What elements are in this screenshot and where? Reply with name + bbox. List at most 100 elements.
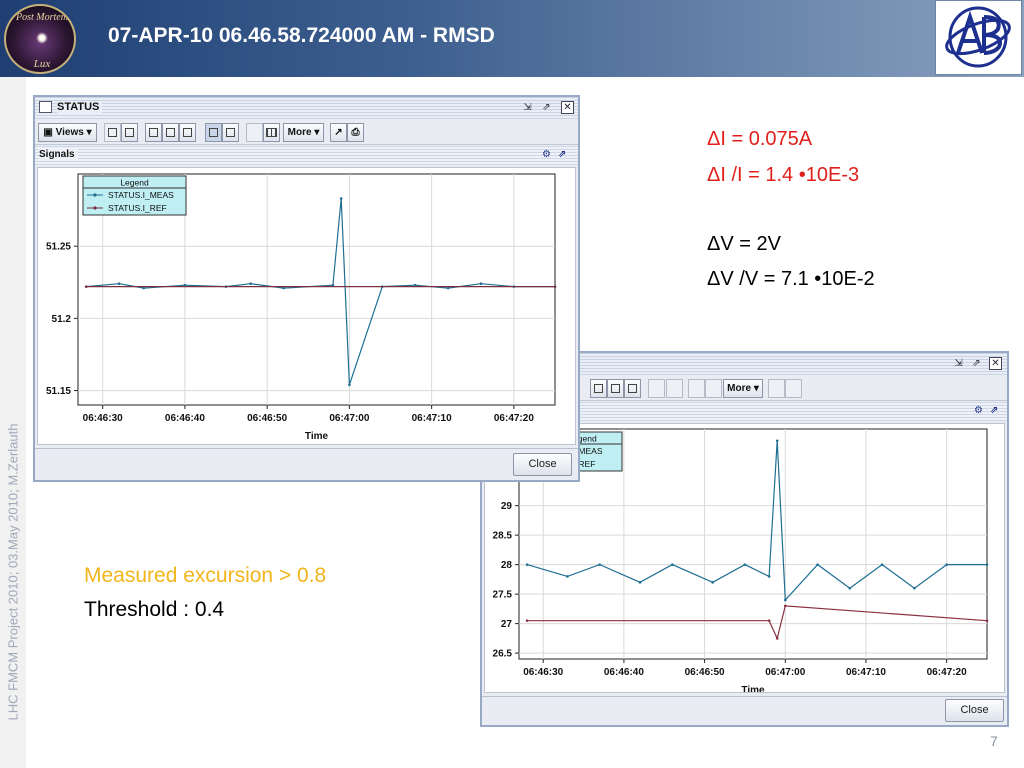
delta-i-ratio-text: ΔI /I = 1.4 •10E-3: [707, 164, 860, 186]
footer-separator: [35, 448, 578, 449]
x-tick-label: 06:47:20: [494, 413, 534, 424]
edit-button[interactable]: [648, 379, 665, 398]
maximize-icon[interactable]: ⇗: [970, 357, 983, 370]
table-button[interactable]: [688, 379, 705, 398]
x-tick-label: 06:46:30: [83, 413, 123, 424]
footer-separator: [482, 696, 1007, 697]
section-bar: Signals ⚙ ⇗: [35, 146, 578, 165]
views-label: Views: [55, 127, 84, 138]
grid-button[interactable]: [705, 379, 722, 398]
logo-text-bottom: Lux: [33, 58, 51, 70]
ab-department-logo: [935, 0, 1022, 75]
series-point-1: [339, 197, 343, 200]
close-icon[interactable]: ✕: [561, 101, 574, 114]
series-point-1: [743, 563, 747, 566]
series-point-1: [598, 563, 601, 566]
legend-title: Legend: [120, 178, 149, 188]
layout-single-button[interactable]: [145, 123, 162, 142]
plot-area[interactable]: 06:46:30 06:46:40 06:46:50 06:47:00 06:47:10…: [37, 167, 576, 445]
x-tick-label: 06:47:20: [927, 667, 967, 678]
series-point-1: [783, 598, 787, 602]
series-point-1: [848, 586, 852, 590]
window-title: STATUS: [57, 101, 103, 113]
series-point-2: [767, 619, 771, 622]
series-point-1: [816, 563, 819, 566]
layout-list-button[interactable]: [607, 379, 624, 398]
section-title: Signals: [39, 149, 78, 160]
window-icon: [39, 101, 52, 113]
series-point-2: [985, 619, 989, 622]
table-button[interactable]: [246, 123, 263, 142]
chart-button[interactable]: [666, 379, 683, 398]
status-chart[interactable]: 06:46:30 06:46:40 06:46:50 06:47:00 06:47:10…: [38, 168, 575, 444]
series-point-1: [913, 586, 916, 590]
series-point-1: [249, 282, 253, 286]
series-point-2: [84, 285, 88, 288]
detach-icon[interactable]: ⇗: [558, 149, 569, 160]
status-window[interactable]: STATUS ⇲ ⇗ ✕ ▣ Views ▾ More ▾ ↗ ⎙ Signal…: [33, 95, 580, 482]
legend-marker: [93, 193, 97, 197]
config-icon[interactable]: ⚙: [542, 149, 553, 160]
y-tick-label: 51.25: [46, 242, 71, 253]
more-button[interactable]: More ▾: [723, 379, 763, 398]
excursion-text: Measured excursion > 0.8: [84, 564, 327, 587]
grid-button[interactable]: [263, 123, 280, 142]
layout-grid-button[interactable]: [624, 379, 641, 398]
slide-header: Post Mortem Lux 07-APR-10 06.46.58.72400…: [0, 0, 1024, 77]
layout-grid-button[interactable]: [179, 123, 196, 142]
close-button[interactable]: Close: [945, 699, 1004, 722]
delta-v-ratio-text: ΔV /V = 7.1 •10E-2: [707, 268, 875, 290]
chart-button[interactable]: [222, 123, 239, 142]
y-tick-label: 28: [501, 560, 513, 571]
window-titlebar[interactable]: STATUS ⇲ ⇗ ✕: [35, 97, 578, 119]
series-point-2: [783, 604, 787, 608]
print-button[interactable]: [785, 379, 802, 398]
delta-v-text: ΔV = 2V: [707, 233, 781, 255]
print-button[interactable]: ⎙: [347, 123, 364, 142]
logo-star-icon: [36, 32, 48, 44]
series-point-1: [525, 563, 529, 566]
minimize-icon[interactable]: ⇲: [952, 357, 965, 370]
series-point-1: [880, 563, 884, 566]
legend-entry: STATUS.I_REF: [108, 203, 167, 213]
detach-icon[interactable]: ⇗: [990, 405, 1001, 416]
export-button[interactable]: [768, 379, 785, 398]
series-point-2: [553, 285, 557, 288]
x-tick-label: 06:47:10: [846, 667, 886, 678]
series-point-1: [711, 581, 714, 584]
series-point-1: [671, 563, 674, 566]
cascade-button[interactable]: [121, 123, 138, 142]
side-footer-text: LHC FMCM Project 2010; 03.May 2010; M.Ze…: [5, 423, 21, 721]
tile-button[interactable]: [104, 123, 121, 142]
delta-i-text: ΔI = 0.075A: [707, 128, 813, 150]
series-point-2: [525, 619, 529, 622]
config-icon[interactable]: ⚙: [974, 405, 985, 416]
legend-entry: STATUS.I_MEAS: [108, 190, 174, 200]
series-point-1: [117, 282, 121, 286]
x-tick-label: 06:47:00: [765, 667, 805, 678]
minimize-icon[interactable]: ⇲: [521, 101, 534, 114]
y-tick-label: 28.5: [493, 531, 513, 542]
layout-single-button[interactable]: [590, 379, 607, 398]
export-button[interactable]: ↗: [330, 123, 347, 142]
series-point-1: [767, 575, 771, 578]
x-tick-label: 06:46:50: [247, 413, 287, 424]
more-label: More: [727, 383, 752, 394]
edit-button[interactable]: [205, 123, 222, 142]
x-axis-label: Time: [741, 685, 765, 692]
maximize-icon[interactable]: ⇗: [540, 101, 553, 114]
post-mortem-logo: Post Mortem Lux: [4, 4, 76, 74]
close-button[interactable]: Close: [513, 453, 572, 476]
close-icon[interactable]: ✕: [989, 357, 1002, 370]
series-point-1: [638, 581, 642, 584]
more-button[interactable]: More ▾: [283, 123, 324, 142]
y-tick-label: 51.2: [52, 314, 72, 325]
views-button[interactable]: ▣ Views ▾: [38, 123, 97, 142]
series-point-2: [775, 637, 779, 640]
legend-marker: [93, 206, 97, 210]
x-tick-label: 06:47:10: [412, 413, 452, 424]
y-tick-label: 29: [501, 501, 513, 512]
series-point-1: [985, 563, 989, 566]
layout-list-button[interactable]: [162, 123, 179, 142]
slide-title: 07-APR-10 06.46.58.724000 AM - RMSD: [108, 24, 495, 47]
